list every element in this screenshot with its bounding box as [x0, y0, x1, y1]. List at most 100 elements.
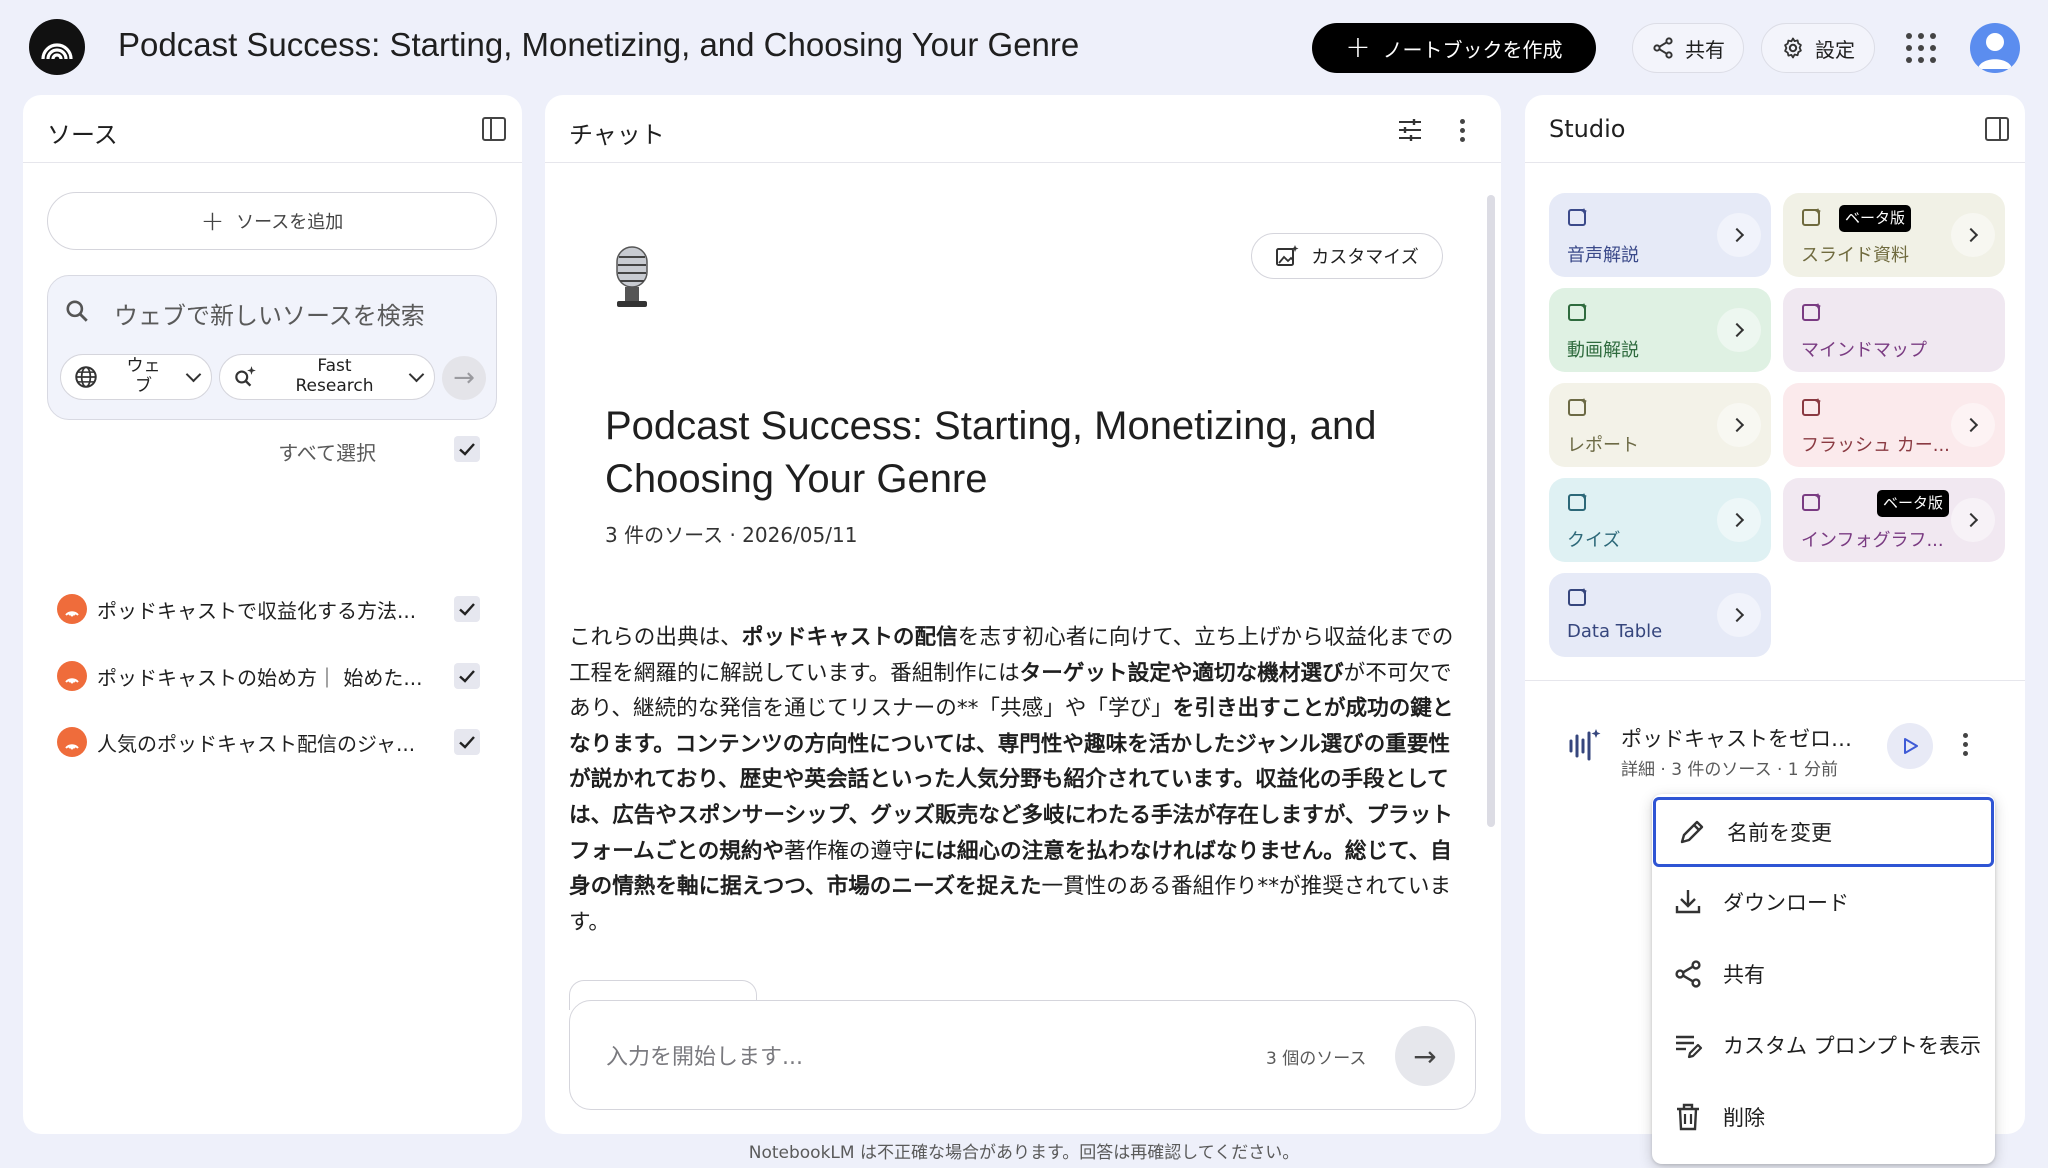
settings-label: 設定: [1815, 37, 1855, 62]
chevron-right-icon[interactable]: [1717, 498, 1761, 542]
download-label: ダウンロード: [1723, 891, 1849, 915]
studio-tile-label: スライド資料: [1801, 245, 1909, 266]
studio-tile-slides[interactable]: スライド資料 ベータ版: [1783, 193, 2005, 277]
chevron-right-icon[interactable]: [1717, 593, 1761, 637]
settings-button[interactable]: 設定: [1761, 23, 1875, 73]
share-button[interactable]: 共有: [1632, 23, 1744, 73]
search-icon: [66, 300, 88, 322]
chevron-right-icon[interactable]: [1951, 213, 1995, 257]
source-item[interactable]: 人気のポッドキャスト配信のジャ...: [23, 712, 522, 772]
more-options-icon[interactable]: [1460, 119, 1466, 142]
audio-overview-item[interactable]: ポッドキャストをゼロか... 詳細 · 3 件のソース · 1 分前: [1525, 710, 2025, 790]
add-source-button[interactable]: + ソースを追加: [47, 192, 497, 250]
avatar[interactable]: [1970, 23, 2020, 73]
studio-tile-quiz[interactable]: クイズ: [1549, 478, 1771, 562]
chevron-right-icon[interactable]: [1951, 403, 1995, 447]
menu-item-custom-prompt[interactable]: カスタム プロンプトを表示: [1652, 1010, 1995, 1080]
studio-tile-label: フラッシュ カー...: [1801, 435, 1950, 456]
chat-scrollbar[interactable]: [1487, 195, 1495, 827]
download-icon: [1675, 890, 1701, 914]
customize-label: カスタマイズ: [1311, 247, 1419, 268]
source-item[interactable]: ポッドキャストの始め方｜ 始めた...: [23, 646, 522, 706]
chat-panel: チャット カスタマイズ Podcast Success: Starting, M…: [545, 95, 1501, 1134]
sources-header: ソース: [23, 95, 522, 163]
source-checkbox[interactable]: [454, 596, 480, 622]
apps-grid-icon[interactable]: [1906, 33, 1936, 63]
studio-tile-flashcards[interactable]: フラッシュ カー...: [1783, 383, 2005, 467]
disclaimer-text: NotebookLM は不正確な場合があります。回答は再確認してください。: [748, 1143, 1300, 1163]
customize-button[interactable]: カスタマイズ: [1251, 233, 1443, 279]
artifact-context-menu: 名前を変更 ダウンロード 共有 カスタム プロンプトを表示 削除: [1652, 794, 1995, 1164]
chevron-right-icon[interactable]: [1717, 403, 1761, 447]
add-source-label: ソースを追加: [236, 212, 344, 233]
source-count-label: 3 個のソース: [1266, 1049, 1367, 1069]
studio-tile-data-table[interactable]: Data Table: [1549, 573, 1771, 657]
create-notebook-button[interactable]: + ノートブックを作成: [1312, 23, 1596, 73]
report-icon: [1568, 398, 1587, 416]
delete-label: 削除: [1723, 1106, 1765, 1130]
suggestion-row-partial: [569, 980, 1069, 1010]
studio-tile-label: クイズ: [1567, 530, 1621, 551]
podcast-source-icon: [57, 661, 87, 691]
table-icon: [1568, 588, 1587, 606]
share-icon: [1653, 37, 1673, 59]
tune-settings-icon[interactable]: [1397, 117, 1423, 143]
studio-tile-label: 音声解説: [1567, 245, 1639, 266]
source-name: 人気のポッドキャスト配信のジャ...: [97, 732, 416, 756]
more-options-icon[interactable]: [1963, 733, 1969, 756]
studio-header: Studio: [1525, 95, 2025, 163]
studio-tile-label: Data Table: [1567, 621, 1663, 642]
source-item[interactable]: ポッドキャストで収益化する方法...: [23, 579, 522, 639]
sources-panel: ソース + ソースを追加 ウェブで新しいソースを検索 ウェ ブ Fast Res…: [23, 95, 522, 1134]
studio-tile-infographic[interactable]: インフォグラフ... ベータ版: [1783, 478, 2005, 562]
chevron-right-icon[interactable]: [1951, 498, 1995, 542]
studio-tile-label: 動画解説: [1567, 340, 1639, 361]
web-search-input[interactable]: ウェブで新しいソースを検索: [114, 296, 425, 331]
studio-title: Studio: [1549, 115, 1626, 143]
notebooklm-logo-icon[interactable]: [29, 19, 85, 75]
menu-item-download[interactable]: ダウンロード: [1652, 867, 1995, 937]
fast-research-label: Fast Research: [295, 356, 374, 396]
pencil-icon: [1680, 820, 1704, 844]
select-all-checkbox[interactable]: [454, 436, 480, 462]
web-source-dropdown[interactable]: ウェ ブ: [60, 354, 212, 400]
chevron-right-icon[interactable]: [1717, 213, 1761, 257]
studio-tile-mind-map[interactable]: マインドマップ: [1783, 288, 2005, 372]
source-checkbox[interactable]: [454, 729, 480, 755]
submit-search-button[interactable]: →: [442, 356, 486, 400]
user-icon: [1978, 33, 2012, 69]
podcast-source-icon: [57, 727, 87, 757]
notebook-meta: 3 件のソース · 2026/05/11: [605, 523, 858, 547]
chat-input[interactable]: 入力を開始します...: [606, 1039, 803, 1071]
arrow-right-icon: →: [453, 363, 475, 393]
studio-tile-video-overview[interactable]: 動画解説: [1549, 288, 1771, 372]
source-checkbox[interactable]: [454, 663, 480, 689]
flashcard-icon: [1802, 398, 1821, 416]
plus-icon: +: [1345, 30, 1371, 65]
play-button[interactable]: [1887, 723, 1933, 769]
web-chip-label: ウェ ブ: [126, 356, 161, 396]
gear-icon: [1784, 37, 1802, 59]
chat-input-box[interactable]: 入力を開始します... 3 個のソース →: [569, 1000, 1476, 1110]
play-icon: [1904, 738, 1918, 754]
studio-tile-report[interactable]: レポート: [1549, 383, 1771, 467]
notebook-heading: Podcast Success: Starting, Monetizing, a…: [605, 404, 1377, 501]
chevron-right-icon[interactable]: [1717, 308, 1761, 352]
menu-item-rename[interactable]: 名前を変更: [1653, 797, 1994, 867]
artifact-meta: 詳細 · 3 件のソース · 1 分前: [1621, 760, 1839, 780]
collapse-panel-icon[interactable]: [482, 117, 506, 141]
research-mode-dropdown[interactable]: Fast Research: [219, 354, 435, 400]
sources-title: ソース: [47, 121, 118, 149]
notebook-title[interactable]: Podcast Success: Starting, Monetizing, a…: [118, 26, 1079, 64]
collapse-panel-icon[interactable]: [1985, 117, 2009, 141]
video-icon: [1568, 303, 1587, 321]
chat-title: チャット: [569, 121, 665, 149]
menu-item-share[interactable]: 共有: [1652, 939, 1995, 1009]
send-button[interactable]: →: [1395, 1026, 1455, 1086]
audio-waveform-icon: [1569, 729, 1601, 761]
artifact-title: ポッドキャストをゼロか...: [1621, 727, 1871, 751]
studio-tile-label: レポート: [1567, 435, 1639, 456]
arrow-right-icon: →: [1413, 1039, 1437, 1073]
plus-icon: +: [200, 204, 225, 237]
studio-tile-audio-overview[interactable]: 音声解説: [1549, 193, 1771, 277]
